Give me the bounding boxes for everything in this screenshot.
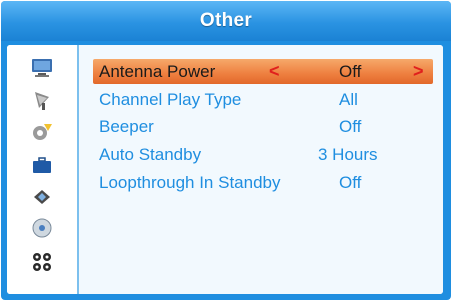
page-title: Other bbox=[199, 10, 253, 31]
setting-value: Off bbox=[339, 173, 362, 192]
sidebar bbox=[7, 45, 77, 294]
setting-value: All bbox=[339, 90, 358, 109]
arrow-right-icon[interactable]: > bbox=[413, 59, 424, 84]
setting-label: Antenna Power bbox=[99, 62, 216, 81]
menu-body: Antenna Power < Off > Channel Play Type … bbox=[7, 45, 443, 294]
title-bar: Other bbox=[1, 1, 451, 41]
setting-label: Channel Play Type bbox=[99, 90, 242, 109]
setting-row-auto-standby[interactable]: Auto Standby 3 Hours bbox=[93, 142, 433, 167]
tv-icon[interactable] bbox=[30, 57, 54, 79]
disc-icon[interactable] bbox=[30, 217, 54, 239]
setting-value: 3 Hours bbox=[318, 145, 378, 164]
setting-label: Loopthrough In Standby bbox=[99, 173, 281, 192]
setting-row-antenna-power[interactable]: Antenna Power < Off > bbox=[93, 59, 433, 84]
multimedia-icon[interactable] bbox=[30, 251, 54, 273]
settings-list: Antenna Power < Off > Channel Play Type … bbox=[79, 45, 443, 294]
setting-row-loopthrough-in-standby[interactable]: Loopthrough In Standby Off bbox=[93, 170, 433, 195]
setting-value: Off bbox=[339, 117, 362, 136]
setting-label: Auto Standby bbox=[99, 145, 202, 164]
network-icon[interactable] bbox=[30, 185, 54, 207]
menu-window: Other Antenna Power < Off > Channel Play… bbox=[1, 1, 451, 300]
setting-label: Beeper bbox=[99, 117, 154, 136]
briefcase-icon[interactable] bbox=[30, 155, 54, 177]
arrow-left-icon[interactable]: < bbox=[269, 59, 280, 84]
setting-value: Off bbox=[339, 62, 362, 81]
settings-gear-icon[interactable] bbox=[30, 121, 54, 143]
setting-row-beeper[interactable]: Beeper Off bbox=[93, 114, 433, 139]
satellite-dish-icon[interactable] bbox=[30, 89, 54, 111]
setting-row-channel-play-type[interactable]: Channel Play Type All bbox=[93, 87, 433, 112]
